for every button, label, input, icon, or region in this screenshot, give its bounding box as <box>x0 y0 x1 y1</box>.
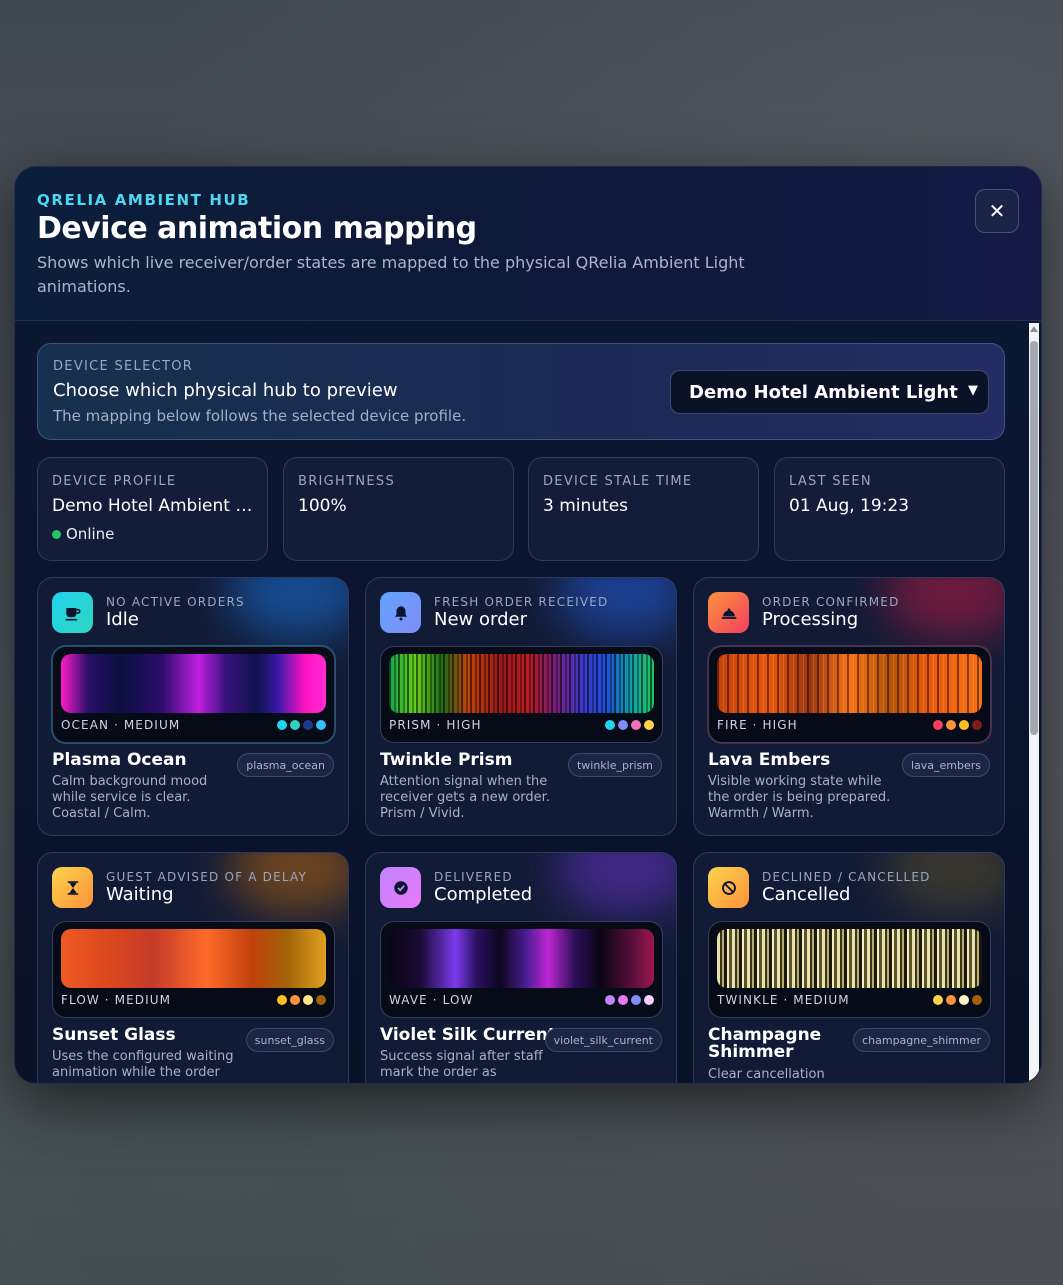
animation-description: Success signal after staff mark the orde… <box>380 1049 543 1080</box>
color-swatches <box>277 995 326 1005</box>
animation-id-tag: twinkle_prism <box>567 753 662 777</box>
animation-card-completed[interactable]: DELIVERED Completed WAVE · LOW Violet Si… <box>365 852 677 1083</box>
device-animation-modal: QRELIA AMBIENT HUB Device animation mapp… <box>14 166 1042 1084</box>
card-name: Idle <box>106 609 139 630</box>
animation-preview: PRISM · HIGH <box>380 646 663 743</box>
stat-last-seen: LAST SEEN 01 Aug, 19:23 <box>774 457 1005 561</box>
color-swatches <box>277 720 326 730</box>
animation-mode: FIRE · HIGH <box>717 718 798 732</box>
animation-strip <box>61 654 326 713</box>
modal-body[interactable]: DEVICE SELECTOR Choose which physical hu… <box>15 321 1027 1083</box>
selector-title: Choose which physical hub to preview <box>53 380 398 401</box>
status-text: Online <box>66 525 115 543</box>
animation-preview: WAVE · LOW <box>380 921 663 1018</box>
animation-mode: PRISM · HIGH <box>389 718 482 732</box>
animation-description: Visible working state while the order is… <box>708 774 891 821</box>
device-select-value: Demo Hotel Ambient Light <box>689 381 958 403</box>
animation-name: Violet Silk Current <box>380 1025 556 1045</box>
animation-mode: TWINKLE · MEDIUM <box>717 993 850 1007</box>
animation-id-tag: champagne_shimmer <box>853 1028 990 1052</box>
chef-icon <box>708 592 749 633</box>
card-state: DELIVERED <box>434 870 513 884</box>
ban-icon <box>708 867 749 908</box>
animation-mode: FLOW · MEDIUM <box>61 993 172 1007</box>
bell-icon <box>380 592 421 633</box>
animation-name: Twinkle Prism <box>380 750 513 770</box>
coffee-cup-icon <box>52 592 93 633</box>
card-state: DECLINED / CANCELLED <box>762 870 931 884</box>
modal-header: QRELIA AMBIENT HUB Device animation mapp… <box>15 167 1041 321</box>
scrollbar-thumb[interactable] <box>1030 341 1038 735</box>
stat-label: LAST SEEN <box>789 474 872 489</box>
animation-strip <box>717 929 982 988</box>
animation-name: Sunset Glass <box>52 1025 176 1045</box>
animation-card-cancelled[interactable]: DECLINED / CANCELLED Cancelled TWINKLE ·… <box>693 852 1005 1083</box>
selector-eyebrow: DEVICE SELECTOR <box>53 359 194 374</box>
stat-value: 3 minutes <box>543 496 629 516</box>
animation-description: Clear cancellation <box>708 1067 825 1082</box>
stat-label: DEVICE STALE TIME <box>543 474 693 489</box>
animation-strip <box>717 654 982 713</box>
animation-preview: TWINKLE · MEDIUM <box>708 921 991 1018</box>
stat-stale-time: DEVICE STALE TIME 3 minutes <box>528 457 759 561</box>
card-name: Completed <box>434 884 533 905</box>
animation-name: Lava Embers <box>708 750 831 770</box>
stat-label: DEVICE PROFILE <box>52 474 177 489</box>
animation-id-tag: sunset_glass <box>245 1028 334 1052</box>
close-icon: ✕ <box>988 199 1006 223</box>
hourglass-icon <box>52 867 93 908</box>
modal-subtitle: Shows which live receiver/order states a… <box>37 253 745 296</box>
modal-title: Device animation mapping <box>37 211 477 246</box>
card-state: NO ACTIVE ORDERS <box>106 595 245 609</box>
animation-card-processing[interactable]: ORDER CONFIRMED Processing FIRE · HIGH L… <box>693 577 1005 836</box>
card-name: Processing <box>762 609 859 630</box>
animation-mode: OCEAN · MEDIUM <box>61 718 181 732</box>
animation-card-new-order[interactable]: FRESH ORDER RECEIVED New order PRISM · H… <box>365 577 677 836</box>
device-selector-panel: DEVICE SELECTOR Choose which physical hu… <box>37 343 1005 440</box>
animation-preview: FLOW · MEDIUM <box>52 921 335 1018</box>
animation-id-tag: lava_embers <box>901 753 990 777</box>
animation-mode: WAVE · LOW <box>389 993 474 1007</box>
close-button[interactable]: ✕ <box>975 189 1019 233</box>
animation-description: Calm background mood while service is cl… <box>52 774 208 821</box>
stat-label: BRIGHTNESS <box>298 474 396 489</box>
animation-card-waiting[interactable]: GUEST ADVISED OF A DELAY Waiting FLOW · … <box>37 852 349 1083</box>
animation-preview: FIRE · HIGH <box>708 646 991 743</box>
animation-description: Uses the configured waiting animation wh… <box>52 1049 234 1080</box>
device-select[interactable]: Demo Hotel Ambient Light ▼ <box>670 370 989 414</box>
animation-name: Plasma Ocean <box>52 750 187 770</box>
card-state: ORDER CONFIRMED <box>762 595 900 609</box>
animation-card-idle[interactable]: NO ACTIVE ORDERS Idle OCEAN · MEDIUM Pla… <box>37 577 349 836</box>
check-circle-icon <box>380 867 421 908</box>
chevron-down-icon: ▼ <box>968 383 978 398</box>
stat-brightness: BRIGHTNESS 100% <box>283 457 514 561</box>
animation-strip <box>389 929 654 988</box>
online-dot-icon <box>52 529 61 539</box>
color-swatches <box>933 720 982 730</box>
animation-strip <box>61 929 326 988</box>
scroll-up-arrow-icon[interactable] <box>1030 326 1038 332</box>
card-name: Cancelled <box>762 884 851 905</box>
animation-name: Champagne Shimmer <box>708 1025 822 1062</box>
card-name: Waiting <box>106 884 174 905</box>
selector-help: The mapping below follows the selected d… <box>53 407 467 425</box>
modal-eyebrow: QRELIA AMBIENT HUB <box>37 191 251 209</box>
color-swatches <box>605 995 654 1005</box>
color-swatches <box>933 995 982 1005</box>
device-stats: DEVICE PROFILE Demo Hotel Ambient Light … <box>37 457 1005 561</box>
animation-strip <box>389 654 654 713</box>
animation-description: Attention signal when the receiver gets … <box>380 774 550 821</box>
status-badge: Online <box>52 525 114 543</box>
animation-id-tag: plasma_ocean <box>237 753 334 777</box>
stat-value: 100% <box>298 496 347 516</box>
card-state: FRESH ORDER RECEIVED <box>434 595 609 609</box>
modal-scrollbar[interactable] <box>1029 323 1039 1081</box>
stat-value: 01 Aug, 19:23 <box>789 496 910 516</box>
stat-value: Demo Hotel Ambient Light <box>52 496 255 516</box>
animation-preview: OCEAN · MEDIUM <box>52 646 335 743</box>
stat-device-profile: DEVICE PROFILE Demo Hotel Ambient Light … <box>37 457 268 561</box>
color-swatches <box>605 720 654 730</box>
card-state: GUEST ADVISED OF A DELAY <box>106 870 308 884</box>
card-name: New order <box>434 609 527 630</box>
